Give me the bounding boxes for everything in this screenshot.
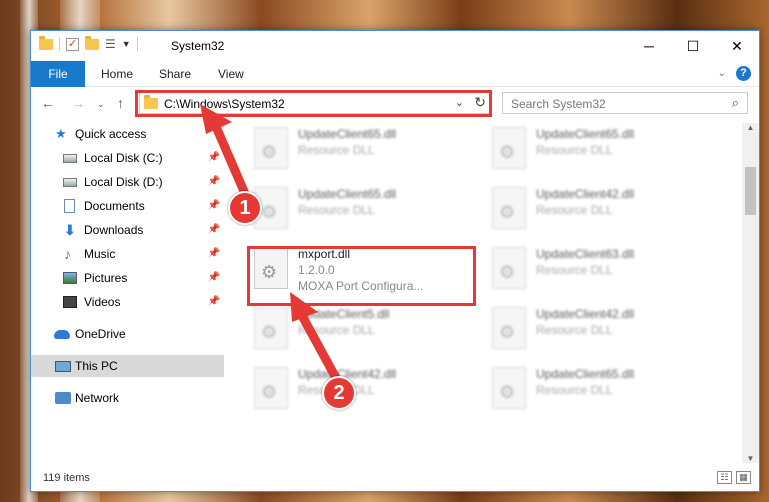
arrow-2 <box>290 292 341 383</box>
step-2-badge: 2 <box>322 376 356 410</box>
annotation-arrows <box>200 104 341 383</box>
step-1-badge: 1 <box>228 191 262 225</box>
arrow-1 <box>200 104 251 201</box>
